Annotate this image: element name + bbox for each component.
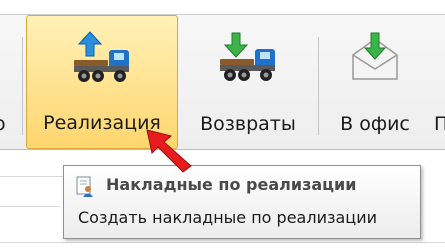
- clipped-label-right: П: [434, 113, 445, 135]
- document-user-icon: [76, 176, 93, 197]
- clipped-label-left: о: [0, 113, 6, 135]
- office-button-label: В офис: [340, 113, 410, 135]
- envelope-download-icon: [352, 32, 398, 80]
- tooltip-description: Создать накладные по реализации: [78, 208, 377, 227]
- ribbon-toolbar: о Реализация Возвраты: [0, 14, 445, 150]
- returns-button[interactable]: Возвраты: [182, 15, 314, 149]
- toolbar-separator: [318, 37, 319, 135]
- red-arrow-cursor-icon: [146, 129, 192, 173]
- clipped-button-left[interactable]: о: [0, 15, 10, 149]
- grid-line: [0, 176, 70, 177]
- clipped-button-right[interactable]: П: [432, 15, 445, 149]
- truck-upload-icon: [74, 31, 129, 82]
- grid-line: [0, 242, 445, 243]
- grid-line: [0, 206, 60, 207]
- tooltip: Накладные по реализации Создать накладны…: [63, 165, 421, 239]
- returns-button-label: Возвраты: [200, 113, 296, 135]
- toolbar-separator: [22, 37, 23, 135]
- office-button[interactable]: В офис: [326, 15, 424, 149]
- truck-download-icon: [220, 32, 275, 81]
- tooltip-title: Накладные по реализации: [106, 175, 357, 194]
